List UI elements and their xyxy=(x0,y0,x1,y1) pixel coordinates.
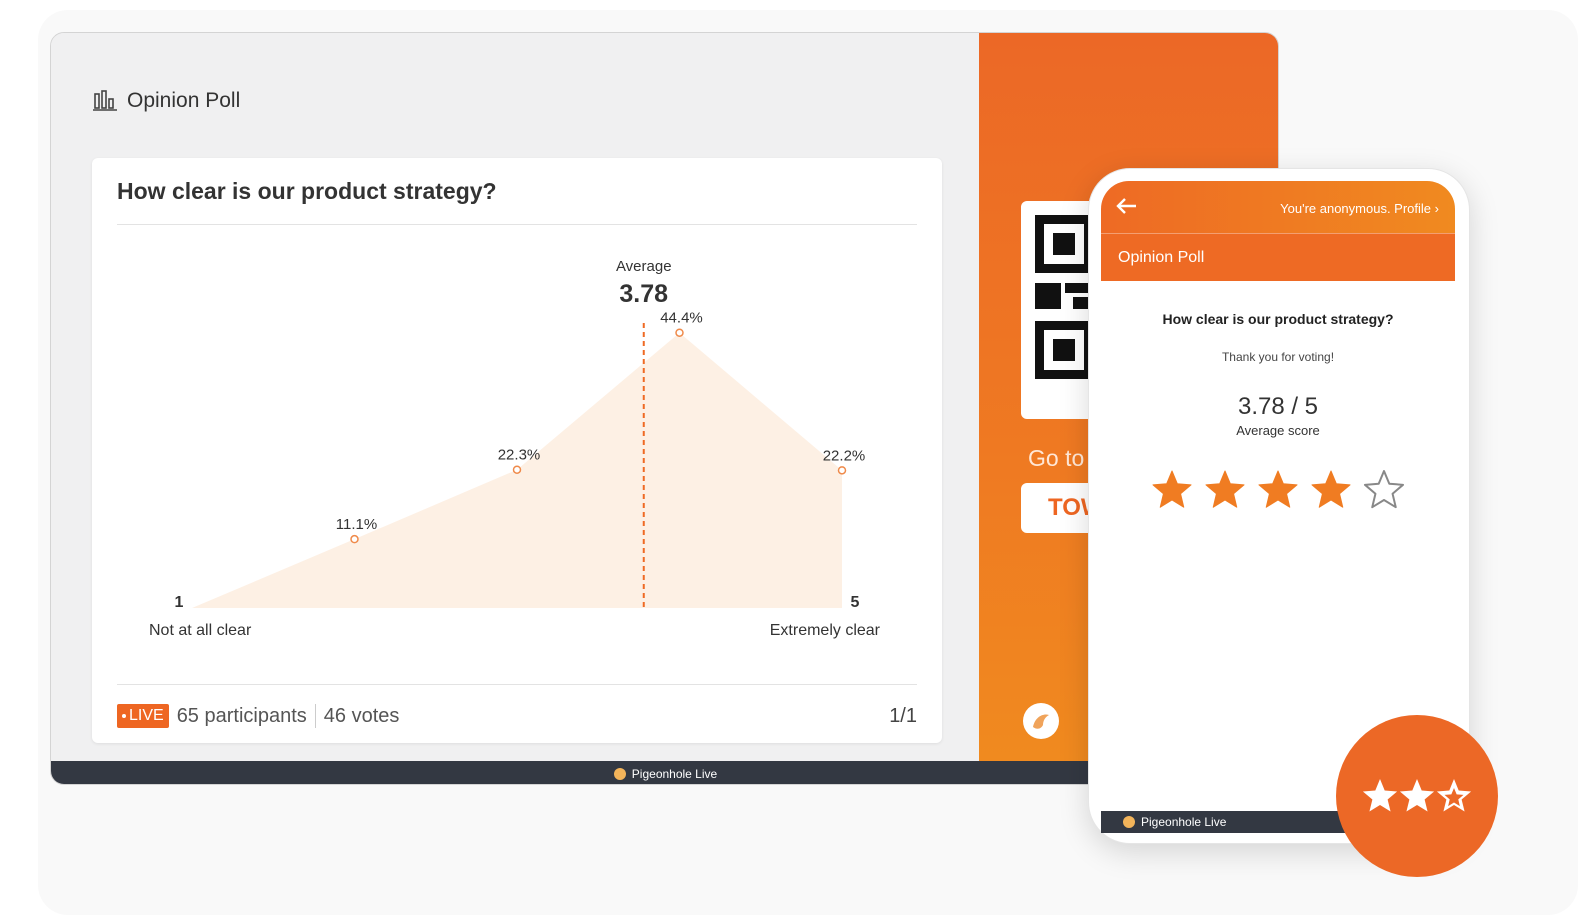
thank-you-message: Thank you for voting! xyxy=(1221,350,1335,364)
participants-count: 65 participants xyxy=(176,704,307,727)
poll-header: Opinion Poll xyxy=(93,89,240,113)
page-title: Opinion Poll xyxy=(127,89,241,112)
data-label: 22.3% xyxy=(498,447,541,464)
back-arrow-icon[interactable] xyxy=(1115,195,1139,217)
star-filled-icon[interactable] xyxy=(1151,469,1193,511)
poll-chart: Average 3.78 11.1% 22.3% 44.4% 22.2% 1 5 Not at … xyxy=(149,258,881,639)
pigeonhole-logo-icon xyxy=(613,767,626,780)
x-max-tick-label: 5 xyxy=(851,594,860,611)
profile-link[interactable]: You're anonymous. Profile › xyxy=(1280,201,1439,216)
poll-question: How clear is our product strategy? xyxy=(117,178,497,204)
data-point xyxy=(512,465,522,474)
poll-card: How clear is our product strategy? Avera… xyxy=(92,158,942,743)
average-score: 3.78 / 5 xyxy=(1237,393,1319,420)
bar-chart-icon xyxy=(93,90,117,111)
pigeonhole-logo-icon xyxy=(1023,703,1059,739)
average-label: Average xyxy=(616,258,672,275)
divider xyxy=(117,684,917,685)
average-value: 3.78 xyxy=(619,280,668,308)
chevron-right-icon: › xyxy=(1434,201,1439,216)
page-indicator: 1/1 xyxy=(889,704,917,727)
rating-badge xyxy=(1336,715,1498,877)
stars-icon xyxy=(1362,779,1472,812)
data-label: 22.2% xyxy=(823,447,866,464)
star-filled-icon xyxy=(1399,779,1435,812)
data-point xyxy=(350,534,359,544)
presenter-panel: Opinion Poll How clear is our product st… xyxy=(51,33,979,761)
phone-title: Opinion Poll xyxy=(1118,249,1205,266)
x-min-tick-label: 1 xyxy=(175,594,184,611)
average-score-label: Average score xyxy=(1236,423,1320,438)
data-label: 44.4% xyxy=(660,310,703,327)
footer-brand: Pigeonhole Live xyxy=(631,766,718,781)
star-rating xyxy=(1151,469,1405,511)
pigeonhole-logo-icon xyxy=(1123,816,1135,828)
star-filled-icon[interactable] xyxy=(1257,469,1299,511)
star-filled-icon[interactable] xyxy=(1204,469,1246,511)
data-point xyxy=(837,466,847,475)
separator xyxy=(314,704,316,728)
phone-topbar: You're anonymous. Profile › xyxy=(1101,181,1455,233)
x-max-caption: Extremely clear xyxy=(770,622,881,639)
footer-brand: Pigeonhole Live xyxy=(1141,815,1227,829)
live-badge: LIVE xyxy=(117,704,169,728)
join-instruction: Go to xyxy=(1028,445,1085,471)
star-empty-icon[interactable] xyxy=(1363,469,1405,511)
star-outline-icon xyxy=(1436,779,1472,812)
live-dot-icon xyxy=(122,714,126,718)
x-min-caption: Not at all clear xyxy=(149,622,252,639)
votes-count: 46 votes xyxy=(323,704,400,727)
star-filled-icon xyxy=(1362,779,1398,812)
phone-question: How clear is our product strategy? xyxy=(1162,311,1394,327)
poll-stats: LIVE 65 participants 46 votes 1/1 xyxy=(117,701,917,731)
divider xyxy=(117,224,917,225)
star-filled-icon[interactable] xyxy=(1310,469,1352,511)
data-label: 11.1% xyxy=(336,516,377,533)
data-point xyxy=(675,328,684,337)
phone-title-bar: Opinion Poll xyxy=(1101,233,1455,281)
